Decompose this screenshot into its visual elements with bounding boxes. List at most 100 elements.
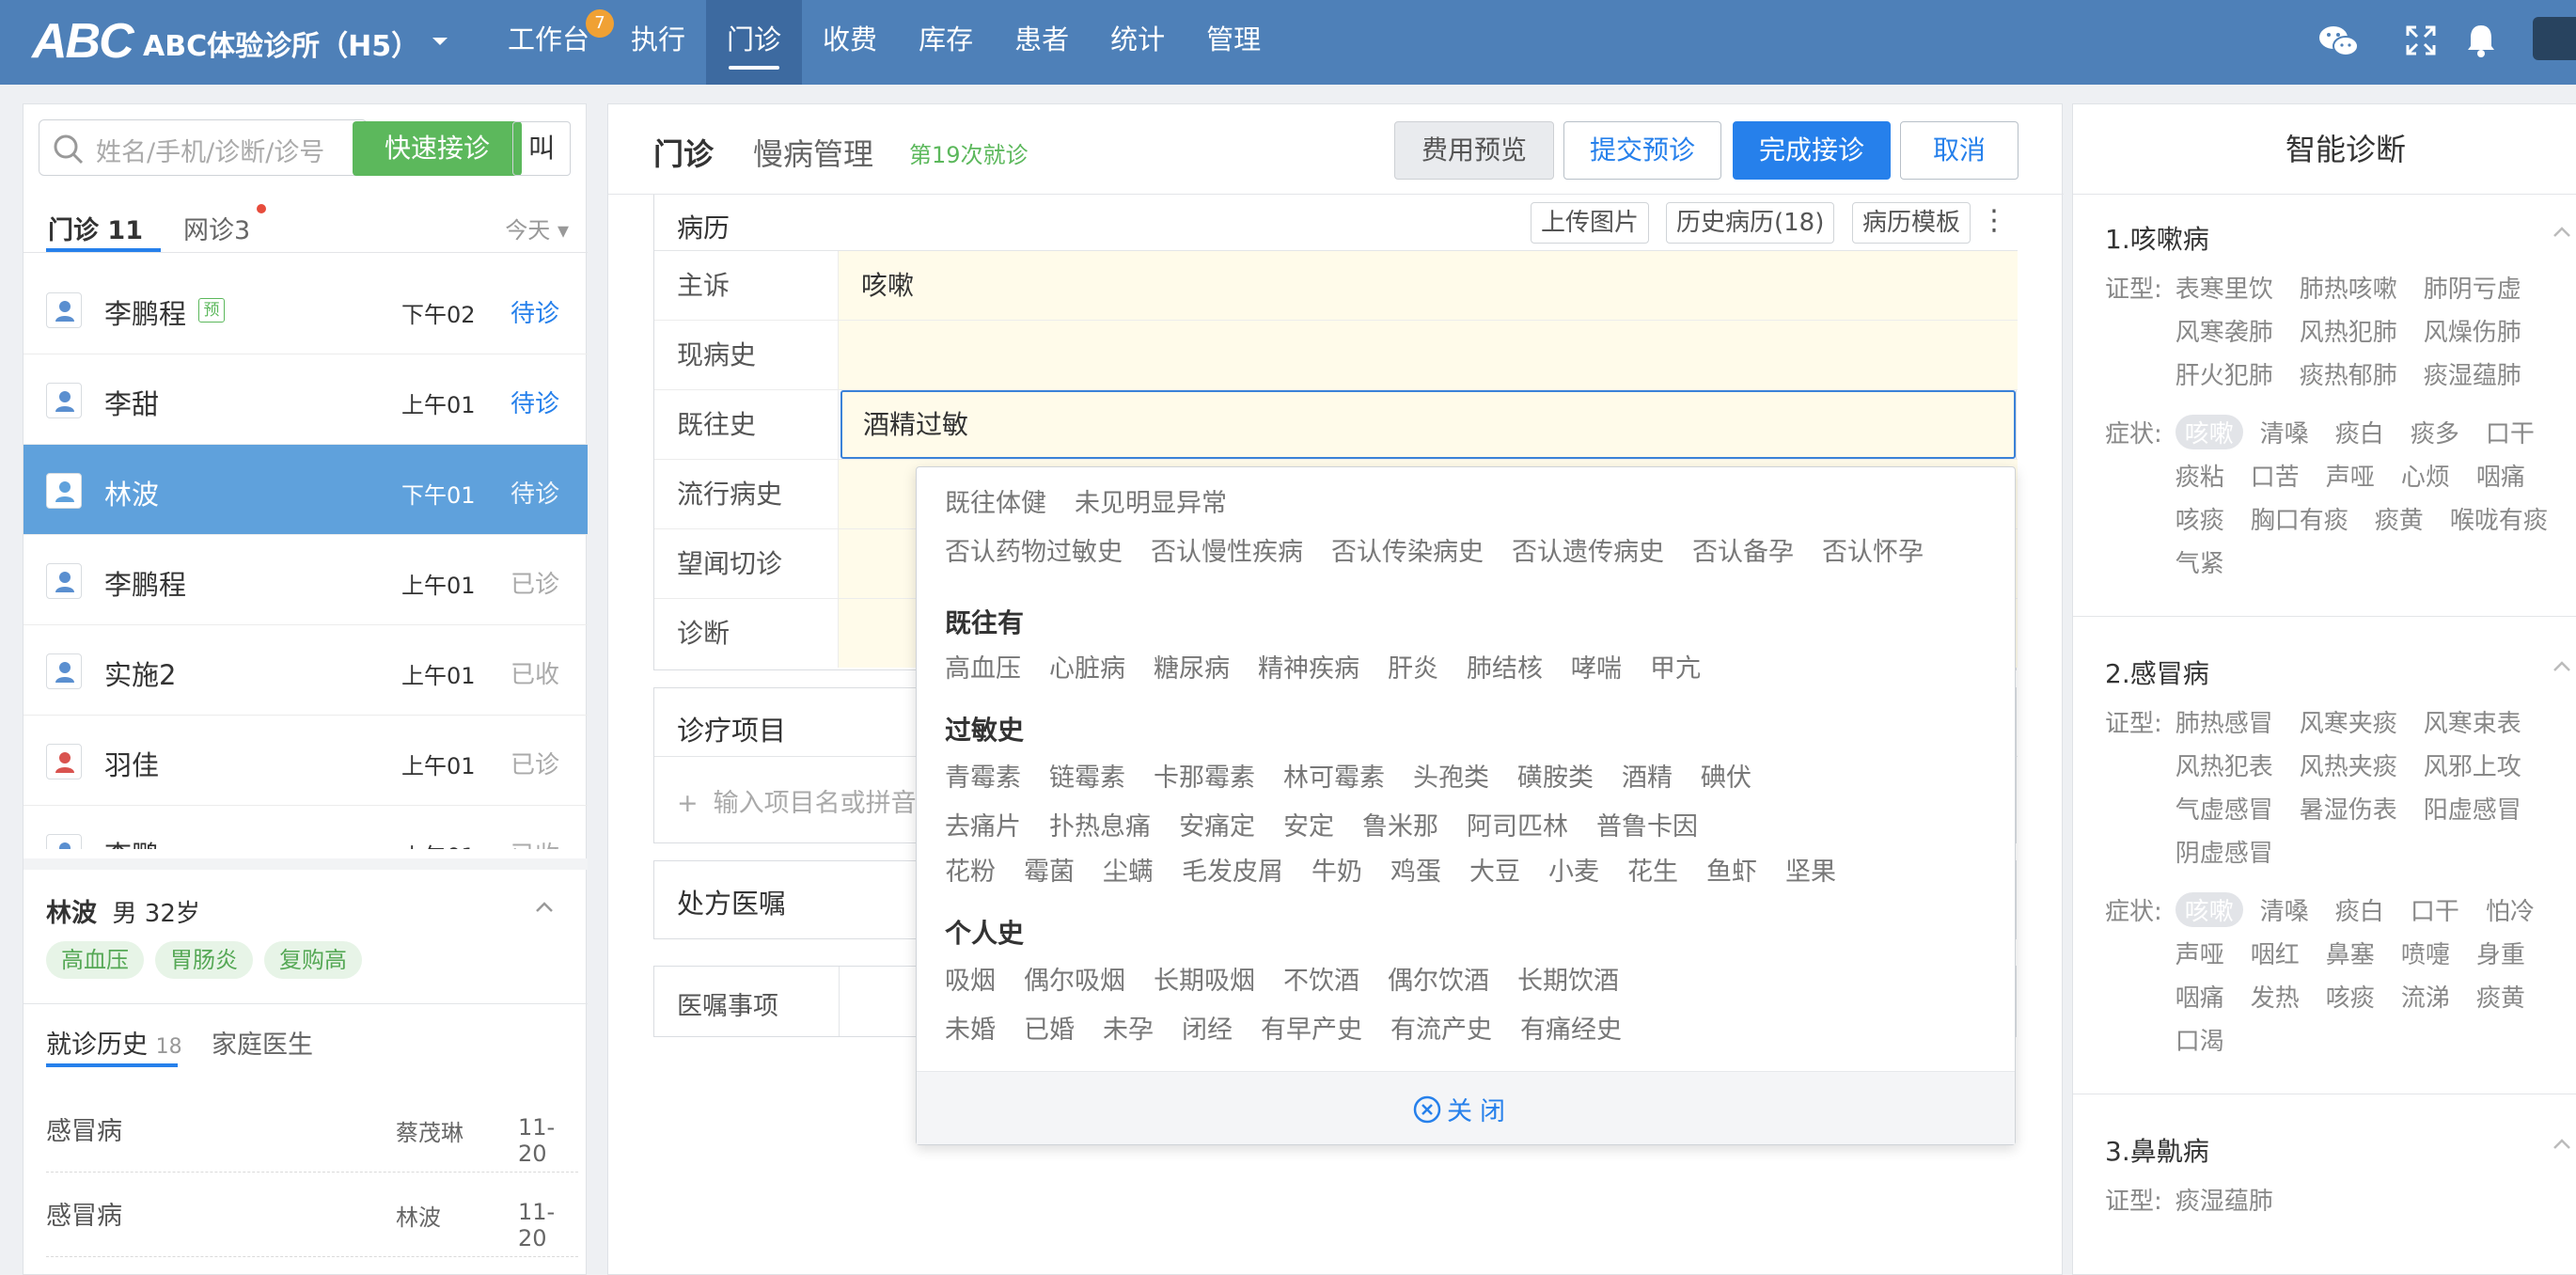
tab-visit-history[interactable]: 就诊历史 18: [46, 1024, 182, 1061]
suggestion-option[interactable]: 鲁米那: [1362, 812, 1438, 842]
suggestion-option[interactable]: 牛奶: [1312, 858, 1362, 887]
symptom-option[interactable]: 咽痛: [2175, 979, 2224, 1014]
present-illness-input[interactable]: [839, 321, 2018, 389]
suggestion-option[interactable]: 偶尔饮酒: [1388, 967, 1489, 996]
patient-row[interactable]: 李鹏 上午01 已收: [24, 806, 588, 849]
suggestion-option[interactable]: 否认传染病史: [1331, 538, 1484, 567]
fee-preview-button[interactable]: 费用预览: [1394, 121, 1554, 180]
suggestion-option[interactable]: 有早产史: [1261, 1015, 1362, 1045]
syndrome-option[interactable]: 风寒夹痰: [2300, 704, 2397, 739]
symptom-option[interactable]: 喉咙有痰: [2450, 501, 2548, 536]
suggestion-option[interactable]: 未见明显异常: [1075, 489, 1227, 518]
syndrome-option[interactable]: 阳虚感冒: [2424, 791, 2521, 826]
past-history-input[interactable]: 酒精过敏: [840, 390, 2016, 459]
symptom-option[interactable]: 口苦: [2251, 458, 2300, 493]
history-records-button[interactable]: 历史病历(18): [1666, 202, 1835, 244]
suggestion-option[interactable]: 卡那霉素: [1154, 763, 1255, 793]
list-item[interactable]: 感冒病 林波 11-20: [46, 1173, 578, 1257]
suggestion-option[interactable]: 否认备孕: [1692, 538, 1794, 567]
suggestion-option[interactable]: 否认遗传病史: [1512, 538, 1664, 567]
nav-workbench[interactable]: 工作台 7: [487, 0, 615, 85]
user-avatar[interactable]: [2533, 17, 2576, 60]
syndrome-option[interactable]: 肺热感冒: [2175, 704, 2273, 739]
wechat-icon[interactable]: [2318, 23, 2360, 60]
suggestion-option[interactable]: 偶尔吸烟: [1024, 967, 1125, 996]
symptom-option[interactable]: 咳痰: [2326, 979, 2375, 1014]
syndrome-option[interactable]: 肺阴亏虚: [2424, 270, 2521, 305]
symptom-option[interactable]: 咳嗽: [2175, 415, 2243, 449]
syndrome-option[interactable]: 阴虚感冒: [2175, 834, 2273, 869]
tab-chronic-management[interactable]: 慢病管理: [753, 131, 873, 174]
symptom-option[interactable]: 喷嚏: [2401, 936, 2450, 970]
symptom-option[interactable]: 痰黄: [2476, 979, 2525, 1014]
syndrome-option[interactable]: 风邪上攻: [2424, 748, 2521, 782]
syndrome-option[interactable]: 痰热郁肺: [2300, 356, 2397, 391]
suggestion-option[interactable]: 未孕: [1103, 1015, 1154, 1045]
suggestion-option[interactable]: 安定: [1283, 812, 1334, 842]
suggestion-option[interactable]: 甲亢: [1650, 654, 1701, 684]
symptom-option[interactable]: 口干: [2486, 415, 2535, 449]
suggestion-option[interactable]: 未婚: [945, 1015, 996, 1045]
suggestion-option[interactable]: 高血压: [945, 654, 1021, 684]
syndrome-option[interactable]: 痰湿蕴肺: [2175, 1182, 2273, 1217]
prescription-title[interactable]: 处方医嘱: [677, 882, 786, 921]
suggestion-option[interactable]: 鱼虾: [1706, 858, 1757, 887]
record-template-button[interactable]: 病历模板: [1852, 202, 1971, 244]
syndrome-option[interactable]: 风寒束表: [2424, 704, 2521, 739]
suggestion-option[interactable]: 吸烟: [945, 967, 996, 996]
submit-prediagnosis-button[interactable]: 提交预诊: [1563, 121, 1721, 180]
symptom-option[interactable]: 声哑: [2326, 458, 2375, 493]
suggestion-option[interactable]: 长期饮酒: [1517, 967, 1619, 996]
chevron-up-icon[interactable]: [535, 902, 554, 913]
suggestion-option[interactable]: 花粉: [945, 858, 996, 887]
patient-row[interactable]: 林波 下午01 待诊: [24, 445, 588, 535]
symptom-option[interactable]: 痰黄: [2375, 501, 2424, 536]
upload-image-button[interactable]: 上传图片: [1531, 202, 1650, 244]
suggestion-option[interactable]: 有痛经史: [1520, 1015, 1622, 1045]
suggestion-option[interactable]: 肝炎: [1388, 654, 1438, 684]
syndrome-option[interactable]: 风燥伤肺: [2424, 313, 2521, 348]
suggestion-option[interactable]: 去痛片: [945, 812, 1021, 842]
symptom-option[interactable]: 心烦: [2401, 458, 2450, 493]
symptom-option[interactable]: 痰粘: [2175, 458, 2224, 493]
suggestion-option[interactable]: 酒精: [1622, 763, 1673, 793]
list-item[interactable]: 感冒病 蔡茂琳 11-20: [46, 1088, 578, 1173]
suggestion-option[interactable]: 安痛定: [1179, 812, 1255, 842]
symptom-option[interactable]: 痰多: [2411, 415, 2459, 449]
syndrome-option[interactable]: 肝火犯肺: [2175, 356, 2273, 391]
chevron-down-icon[interactable]: [431, 35, 449, 48]
nav-execute[interactable]: 执行: [610, 0, 706, 85]
suggestion-option[interactable]: 坚果: [1785, 858, 1836, 887]
tab-family-doctor[interactable]: 家庭医生: [212, 1024, 313, 1061]
disease-name[interactable]: 1.咳嗽病: [2105, 219, 2209, 257]
syndrome-option[interactable]: 气虚感冒: [2175, 791, 2273, 826]
patient-row[interactable]: 李甜 上午01 待诊: [24, 354, 588, 445]
syndrome-option[interactable]: 风热犯肺: [2300, 313, 2397, 348]
suggestion-option[interactable]: 已婚: [1024, 1015, 1075, 1045]
suggestion-option[interactable]: 碘伏: [1701, 763, 1751, 793]
suggestion-option[interactable]: 小麦: [1548, 858, 1599, 887]
chevron-up-icon[interactable]: [2552, 227, 2571, 238]
suggestion-option[interactable]: 链霉素: [1049, 763, 1125, 793]
symptom-option[interactable]: 怕冷: [2486, 892, 2535, 927]
chevron-up-icon[interactable]: [2552, 661, 2571, 672]
suggestion-option[interactable]: 毛发皮屑: [1182, 858, 1283, 887]
syndrome-option[interactable]: 暑湿伤表: [2300, 791, 2397, 826]
symptom-option[interactable]: 清嗓: [2260, 892, 2309, 927]
close-dropdown-button[interactable]: 关闭: [1413, 1091, 1513, 1127]
suggestion-option[interactable]: 否认慢性疾病: [1151, 538, 1303, 567]
symptom-option[interactable]: 气紧: [2175, 544, 2224, 579]
suggestion-option[interactable]: 阿司匹林: [1467, 812, 1568, 842]
app-logo[interactable]: ABC: [32, 13, 134, 70]
chief-complaint-input[interactable]: 咳嗽: [839, 251, 2018, 320]
clinic-switcher[interactable]: ABC体验诊所（H5）: [143, 23, 419, 64]
patient-row[interactable]: 李鹏程 上午01 已诊: [24, 535, 588, 625]
suggestion-option[interactable]: 既往体健: [945, 489, 1046, 518]
quick-visit-button[interactable]: 快速接诊: [353, 121, 522, 176]
search-input[interactable]: 姓名/手机/诊断/诊号: [39, 119, 368, 176]
symptom-option[interactable]: 咽痛: [2476, 458, 2525, 493]
nav-patients[interactable]: 患者: [994, 0, 1090, 85]
suggestion-option[interactable]: 心脏病: [1049, 654, 1125, 684]
nav-charge[interactable]: 收费: [802, 0, 898, 85]
cancel-button[interactable]: 取消: [1900, 121, 2018, 180]
